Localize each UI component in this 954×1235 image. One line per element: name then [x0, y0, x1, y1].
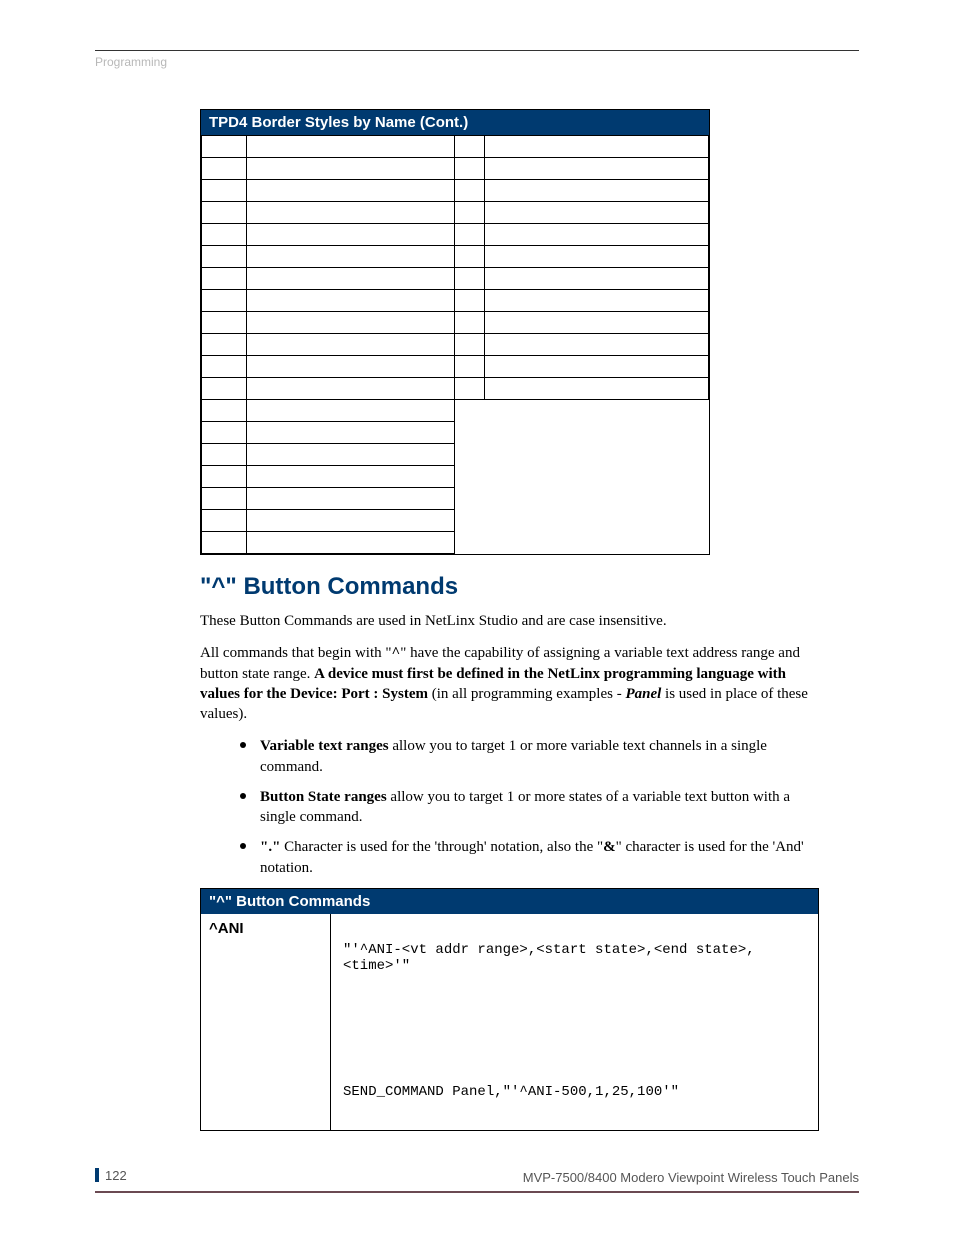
table-row [202, 356, 709, 378]
para2-post1: (in all programming examples - [428, 686, 625, 702]
page-number-bar [95, 1168, 99, 1182]
table-row [202, 444, 709, 466]
bullet1-bold: Variable text ranges [260, 738, 389, 754]
footer-title: MVP-7500/8400 Modero Viewpoint Wireless … [523, 1170, 859, 1185]
table-row [202, 268, 709, 290]
bullet-list: Variable text ranges allow you to target… [240, 736, 819, 878]
table-row [202, 400, 709, 422]
page: Programming TPD4 Border Styles by Name (… [0, 0, 954, 1235]
table-row [202, 136, 709, 158]
table-row [202, 180, 709, 202]
table-row [202, 532, 709, 554]
section-label: Programming [95, 55, 859, 69]
table1-title: TPD4 Border Styles by Name (Cont.) [201, 110, 709, 135]
bullet3-mid: Character is used for the 'through' nota… [280, 839, 603, 855]
table-row [202, 224, 709, 246]
page-number: 122 [95, 1168, 127, 1183]
para1: These Button Commands are used in NetLin… [200, 611, 819, 631]
table-row [202, 290, 709, 312]
para2-pre: All commands that begin with " [200, 645, 392, 661]
para2-caret: ^ [392, 645, 401, 661]
table-row [202, 334, 709, 356]
command-table-title: "^" Button Commands [201, 889, 818, 914]
table-row [202, 312, 709, 334]
footer-rule [95, 1191, 859, 1193]
top-rule [95, 50, 859, 51]
para2-panel: Panel [625, 686, 661, 702]
section-heading: "^" Button Commands [200, 573, 859, 601]
page-number-text: 122 [105, 1168, 127, 1183]
table-row [202, 246, 709, 268]
bullet-2: Button State ranges allow you to target … [240, 787, 819, 828]
table-row [202, 510, 709, 532]
page-footer: 122 MVP-7500/8400 Modero Viewpoint Wirel… [95, 1168, 859, 1194]
table-row [202, 158, 709, 180]
command-row: ^ANI "'^ANI-<vt addr range>,<start state… [201, 914, 818, 1130]
table-row [202, 488, 709, 510]
border-styles-grid [201, 135, 709, 554]
command-example: SEND_COMMAND Panel,"'^ANI-500,1,25,100'" [343, 1084, 806, 1100]
table-row [202, 422, 709, 444]
command-syntax: "'^ANI-<vt addr range>,<start state>,<en… [343, 942, 806, 974]
bullet2-bold: Button State ranges [260, 789, 387, 805]
bullet-1: Variable text ranges allow you to target… [240, 736, 819, 777]
command-detail: "'^ANI-<vt addr range>,<start state>,<en… [331, 914, 818, 1130]
bullet3-q1: "." [260, 839, 280, 855]
bullet3-amp: & [603, 839, 616, 855]
table-row [202, 202, 709, 224]
command-name: ^ANI [201, 914, 331, 1130]
bullet-3: "." Character is used for the 'through' … [240, 837, 819, 878]
command-table: "^" Button Commands ^ANI "'^ANI-<vt addr… [200, 888, 819, 1131]
table-row [202, 466, 709, 488]
border-styles-table: TPD4 Border Styles by Name (Cont.) [200, 109, 710, 555]
para2: All commands that begin with "^" have th… [200, 643, 819, 724]
table-row [202, 378, 709, 400]
